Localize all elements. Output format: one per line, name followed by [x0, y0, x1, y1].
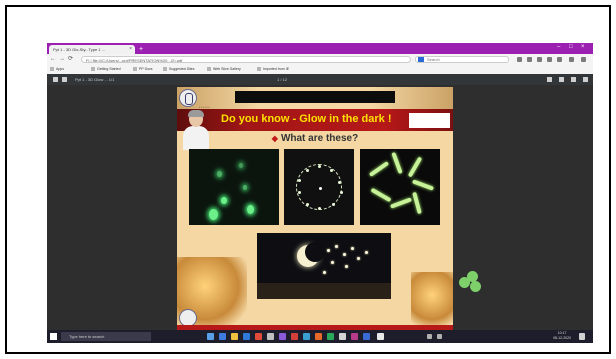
notifications-icon[interactable] — [579, 333, 585, 340]
volume-icon[interactable] — [437, 334, 442, 339]
redacted-box — [235, 91, 395, 103]
file-explorer-icon[interactable] — [231, 333, 238, 340]
clock-date: 08-12-2020 — [553, 336, 571, 340]
slide-heading: Do you know - Glow in the dark ! — [221, 113, 392, 125]
download-icon[interactable] — [559, 77, 564, 82]
desktop-screen: Ppt 1 - 3D Glo-Sty...Type 1 ... × + – □ … — [47, 43, 593, 343]
bookmark-apps[interactable]: Apps — [50, 66, 64, 72]
bookmark-icon — [133, 67, 137, 72]
app-icon[interactable] — [363, 333, 370, 340]
close-window-icon[interactable]: × — [581, 44, 585, 50]
app-icon[interactable] — [339, 333, 346, 340]
app-icon[interactable] — [279, 333, 286, 340]
windows-start-icon[interactable] — [50, 333, 57, 340]
glow-clock-image — [284, 149, 354, 225]
mail-icon[interactable] — [267, 333, 274, 340]
bookmark-pp-docs[interactable]: PP Docs — [133, 66, 153, 72]
bookmark-getting-started[interactable]: Getting Started — [91, 66, 121, 72]
extension-icon[interactable] — [527, 57, 532, 62]
pdf-sidebar-icon[interactable] — [62, 77, 67, 82]
title-blank-box — [409, 113, 450, 128]
search-placeholder: Search — [427, 57, 440, 62]
app-icon[interactable] — [291, 333, 298, 340]
app-icon[interactable] — [377, 333, 384, 340]
extension-icon[interactable] — [537, 57, 542, 62]
bookmark-imported-from-ie[interactable]: Imported from IE — [257, 66, 289, 72]
pdf-slide-page: • • • • • • Do you know - Glow in the da… — [177, 87, 453, 330]
slide-title-bar: Do you know - Glow in the dark ! — [177, 109, 453, 131]
pdf-toolbar: Ppt 1 - 3D Glow ... 1/1 1 / 12 — [47, 74, 593, 85]
task-view-icon[interactable] — [207, 333, 214, 340]
windows-taskbar: Type here to search 10:17 08-12-2020 — [47, 330, 593, 343]
tab-title: Ppt 1 - 3D Glo-Sty...Type 1 ... — [53, 47, 105, 52]
system-clock[interactable]: 10:17 08-12-2020 — [553, 331, 571, 341]
new-tab-button[interactable]: + — [139, 46, 148, 53]
extension-icon[interactable] — [547, 57, 552, 62]
app-icon[interactable] — [351, 333, 358, 340]
clover-icon — [459, 271, 483, 295]
slide-question: ◆ What are these? — [271, 133, 359, 144]
bookmark-icon — [163, 67, 167, 72]
bookmark-icon — [207, 67, 211, 72]
search-engine-icon — [418, 57, 424, 62]
app-icon[interactable] — [303, 333, 310, 340]
extension-icon[interactable] — [517, 57, 522, 62]
edge-icon[interactable] — [219, 333, 226, 340]
back-icon[interactable]: ← — [50, 56, 56, 63]
rotate-icon[interactable] — [547, 77, 552, 82]
app-icon[interactable] — [315, 333, 322, 340]
reload-icon[interactable]: ⟳ — [68, 56, 73, 63]
glow-footprints-image — [189, 149, 279, 225]
more-options-icon[interactable] — [583, 77, 588, 82]
school-logo-icon — [179, 89, 197, 107]
folder-icon — [257, 67, 261, 72]
glow-moon-stars-image — [257, 233, 391, 299]
pdf-menu-icon[interactable] — [53, 77, 58, 82]
pdf-page-indicator[interactable]: 1 / 12 — [277, 76, 287, 83]
forward-icon[interactable]: → — [59, 56, 65, 63]
apps-icon — [50, 67, 54, 72]
bullet-icon: ◆ — [271, 134, 278, 143]
candle-bowl-decoration — [411, 272, 453, 330]
extension-icon[interactable] — [557, 57, 562, 62]
minimize-icon[interactable]: – — [557, 44, 560, 50]
store-icon[interactable] — [243, 333, 250, 340]
profile-icon[interactable] — [569, 57, 574, 62]
glow-sticks-image — [360, 149, 440, 225]
print-icon[interactable] — [571, 77, 576, 82]
pdf-title: Ppt 1 - 3D Glow ... 1/1 — [75, 77, 115, 82]
maximize-icon[interactable]: □ — [569, 44, 573, 50]
screenshot-frame: Ppt 1 - 3D Glo-Sty...Type 1 ... × + – □ … — [5, 5, 611, 354]
close-tab-icon[interactable]: × — [129, 45, 132, 54]
network-icon[interactable] — [427, 334, 432, 339]
bookmark-web-slice-gallery[interactable]: Web Slice Gallery — [207, 66, 241, 72]
taskbar-search-box[interactable]: Type here to search — [61, 332, 151, 341]
menu-icon[interactable] — [581, 57, 586, 62]
chrome-icon[interactable] — [255, 333, 262, 340]
search-box[interactable]: Search — [415, 56, 509, 63]
teacher-avatar — [183, 110, 209, 151]
app-icon[interactable] — [327, 333, 334, 340]
address-bar[interactable]: Fi | file:///C:/Users/...ppt/PRESENTATIO… — [81, 56, 411, 63]
bookmark-icon — [91, 67, 95, 72]
browser-tab-strip: Ppt 1 - 3D Glo-Sty...Type 1 ... × + – □ … — [47, 43, 593, 54]
bookmark-suggested-sites[interactable]: Suggested Sites — [163, 66, 195, 72]
browser-tab[interactable]: Ppt 1 - 3D Glo-Sty...Type 1 ... × — [49, 45, 135, 54]
